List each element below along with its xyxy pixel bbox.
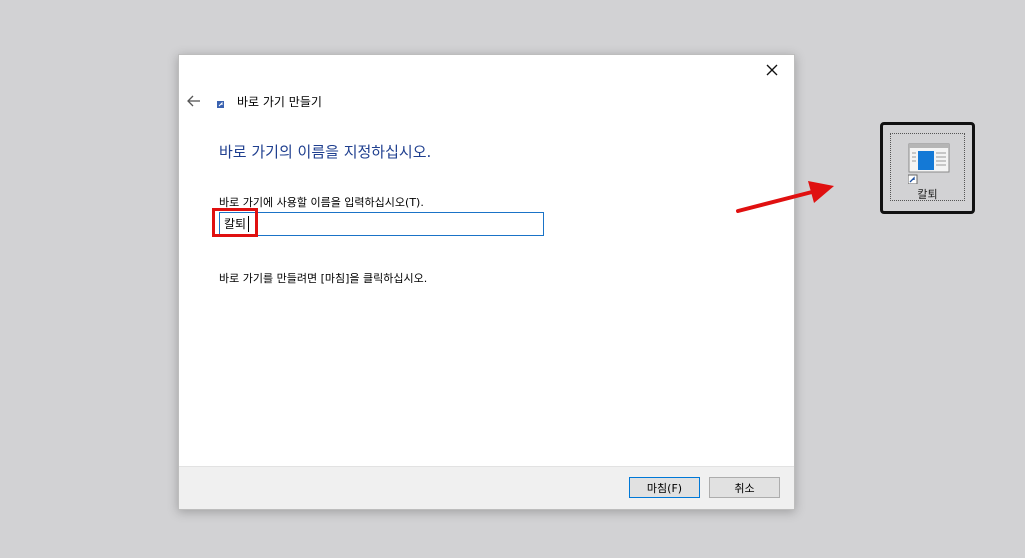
highlight-box-annotation — [212, 208, 258, 237]
page-heading: 바로 가기의 이름을 지정하십시오. — [219, 143, 432, 161]
close-icon — [766, 64, 778, 76]
shortcut-icon — [908, 143, 950, 184]
finish-instruction: 바로 가기를 만들려면 [마침]을 클릭하십시오. — [219, 272, 428, 285]
back-button[interactable] — [186, 93, 206, 109]
desktop-shortcut-callout: 칼퇴 — [880, 122, 975, 214]
red-arrow-annotation — [736, 181, 834, 213]
desktop-shortcut[interactable]: 칼퇴 — [890, 133, 965, 201]
cancel-button[interactable]: 취소 — [709, 477, 780, 498]
create-shortcut-dialog: 바로 가기 만들기 바로 가기의 이름을 지정하십시오. 바로 가기에 사용할 … — [178, 54, 795, 510]
finish-button[interactable]: 마침(F) — [629, 477, 700, 498]
shortcut-name-input[interactable]: 칼퇴 — [219, 212, 544, 236]
shortcut-label: 칼퇴 — [917, 188, 938, 201]
wizard-title: 바로 가기 만들기 — [237, 95, 322, 109]
shortcut-wizard-icon — [217, 101, 224, 108]
dialog-footer: 마침(F) 취소 — [179, 466, 794, 509]
close-button[interactable] — [750, 55, 794, 85]
back-arrow-icon — [187, 95, 200, 107]
